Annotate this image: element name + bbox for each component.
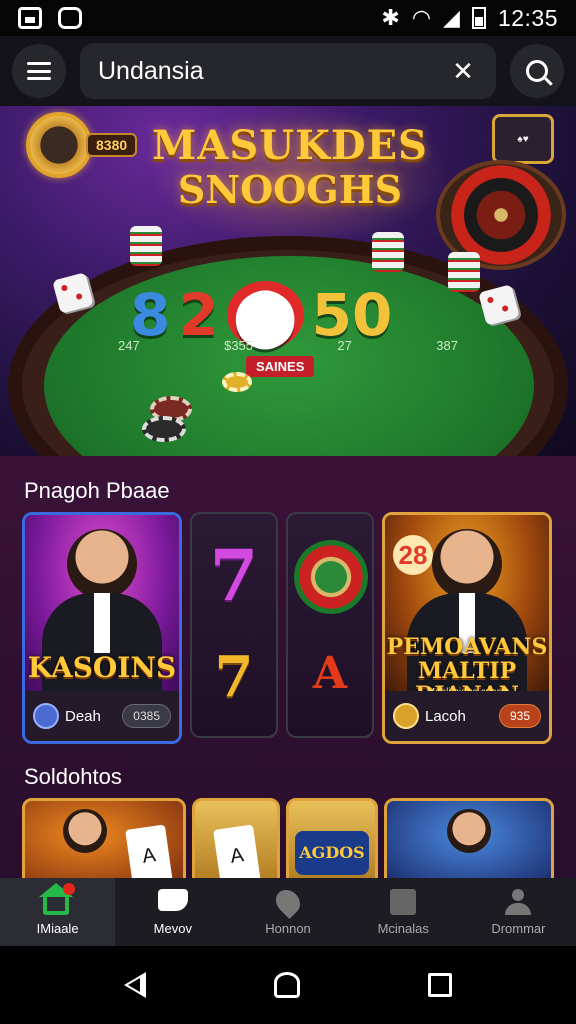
game-card-play-pill[interactable]: 0385	[122, 704, 171, 728]
slot-card[interactable]: 7 7	[190, 512, 278, 738]
home-icon	[38, 882, 75, 915]
menu-button[interactable]	[12, 44, 66, 98]
nav-label: Mevov	[153, 920, 192, 936]
wifi-icon: ◠	[411, 5, 432, 30]
system-navigation-bar	[0, 946, 576, 1024]
nav-label: Drommar	[491, 920, 546, 936]
search-input[interactable]	[98, 56, 448, 86]
clear-search-icon[interactable]: ✕	[448, 56, 478, 87]
slot-symbol: A	[312, 648, 348, 699]
battery-icon	[471, 7, 486, 29]
hero-banner[interactable]: 8380 ♠♥ MASUKDES SNOOGHS 8 2 ⬤ 50 247 $3…	[0, 106, 576, 456]
game-card-play-pill[interactable]: 935	[498, 704, 541, 728]
chip-stack-icon	[448, 252, 480, 292]
nav-item-home[interactable]: IMiaale	[0, 878, 116, 946]
section-title: Pnagoh Pbaae	[24, 478, 170, 503]
game-card[interactable]: A	[192, 798, 280, 878]
game-card-art: KASOINS	[25, 515, 179, 697]
table-small-label: 247	[118, 338, 140, 353]
game-card-footer-text: Deah	[65, 707, 101, 725]
status-time: 12:35	[497, 4, 558, 31]
section-title: Soldohtos	[24, 764, 122, 789]
search-box[interactable]: ✕	[80, 43, 496, 99]
game-card-number-badge: 28	[393, 535, 433, 575]
hero-title-line2: SNOOGHS	[177, 167, 403, 212]
dealer-avatar	[432, 529, 502, 599]
table-small-label: 27	[337, 338, 352, 353]
game-card[interactable]: A	[22, 798, 186, 878]
location-pin-icon-wrap	[271, 884, 305, 919]
gallery-notification-icon	[18, 7, 42, 29]
lucky-seven-symbol: 7	[214, 644, 254, 710]
game-card-footer: Deah 0385	[25, 691, 179, 741]
nav-item-profile[interactable]: Drommar	[461, 878, 576, 946]
game-cards-row: KASOINS Deah 0385 7 7 A 28 PEMOAVANS MAL…	[22, 512, 552, 744]
game-card[interactable]: AGDOS	[286, 798, 378, 878]
table-center-label: SAINES	[246, 356, 315, 377]
top-search-bar: ✕	[0, 36, 576, 106]
dealer-avatar	[63, 809, 107, 853]
movie-icon	[157, 888, 188, 911]
status-bar: ✱ ◠ ◢ 12:35	[0, 0, 576, 36]
dealer-avatar	[67, 529, 137, 599]
user-icon-wrap	[503, 888, 533, 915]
bluetooth-icon: ✱	[381, 5, 400, 30]
notification-dot	[62, 882, 75, 895]
nav-item-grid[interactable]: Mcinalas	[346, 878, 461, 946]
game-card[interactable]	[384, 798, 554, 878]
roulette-card[interactable]: A	[286, 512, 374, 738]
grid-icon-wrap	[388, 888, 418, 915]
grid-icon	[390, 888, 417, 915]
jackpot-badge-label: 8380	[86, 133, 138, 157]
game-cards-row: A A AGDOS	[22, 798, 554, 878]
location-pin-icon	[271, 884, 305, 919]
nav-item-location[interactable]: Honnon	[230, 878, 345, 946]
main-content[interactable]: Pnagoh Pbaae KASOINS Deah 0385 7 7 A 28	[0, 456, 576, 878]
hamburger-icon	[27, 62, 51, 80]
nav-label: Honnon	[265, 920, 311, 936]
chip-stack-icon	[130, 226, 162, 266]
nav-item-movies[interactable]: Mevov	[115, 878, 230, 946]
poker-chip-icon	[222, 372, 252, 392]
poker-chip-icon	[142, 416, 186, 442]
bottom-navigation: IMiaale Mevov Honnon Mcinalas Drommar	[0, 878, 576, 946]
coin-icon	[393, 703, 419, 729]
game-card-art: 28 PEMOAVANS MALTIP DIANAN Mahli pidua c…	[385, 515, 549, 707]
table-small-label: $355	[224, 338, 254, 353]
roulette-wheel-icon	[294, 540, 368, 614]
message-notification-icon	[58, 7, 82, 29]
playing-card-icon: A	[125, 824, 173, 878]
game-card[interactable]: 28 PEMOAVANS MALTIP DIANAN Mahli pidua c…	[382, 512, 552, 744]
recent-apps-icon[interactable]	[428, 973, 452, 997]
dealer-avatar	[447, 809, 491, 853]
cards-badge-icon: ♠♥	[492, 114, 554, 164]
jackpot-badge: 8380	[26, 112, 138, 178]
game-card-title: KASOINS	[27, 651, 177, 684]
home-icon-wrap	[38, 882, 75, 915]
chip-stack-icon	[372, 232, 404, 272]
search-button[interactable]	[510, 44, 564, 98]
home-button-icon[interactable]	[274, 972, 300, 998]
table-small-label: 387	[436, 338, 458, 353]
lucky-seven-symbol: 7	[209, 534, 259, 617]
user-icon	[505, 888, 532, 915]
signal-icon: ◢	[443, 5, 460, 30]
table-small-labels: 247 $355 27 387	[118, 338, 458, 353]
playing-card-icon: A	[213, 824, 261, 878]
portrait-coin-icon	[26, 112, 92, 178]
back-icon[interactable]	[124, 972, 146, 998]
hero-title: MASUKDES SNOOGHS	[150, 124, 430, 212]
search-icon	[526, 60, 548, 82]
game-card[interactable]: KASOINS Deah 0385	[22, 512, 182, 744]
coin-icon	[33, 703, 59, 729]
nav-label: Mcinalas	[377, 920, 429, 936]
game-card-footer: Lacoh 935	[385, 691, 549, 741]
game-card-footer-text: Lacoh	[425, 707, 466, 725]
hero-title-line1: MASUKDES	[152, 122, 428, 169]
nav-label: IMiaale	[36, 920, 79, 936]
game-logo: AGDOS	[295, 831, 369, 875]
movie-icon-wrap	[157, 888, 188, 915]
